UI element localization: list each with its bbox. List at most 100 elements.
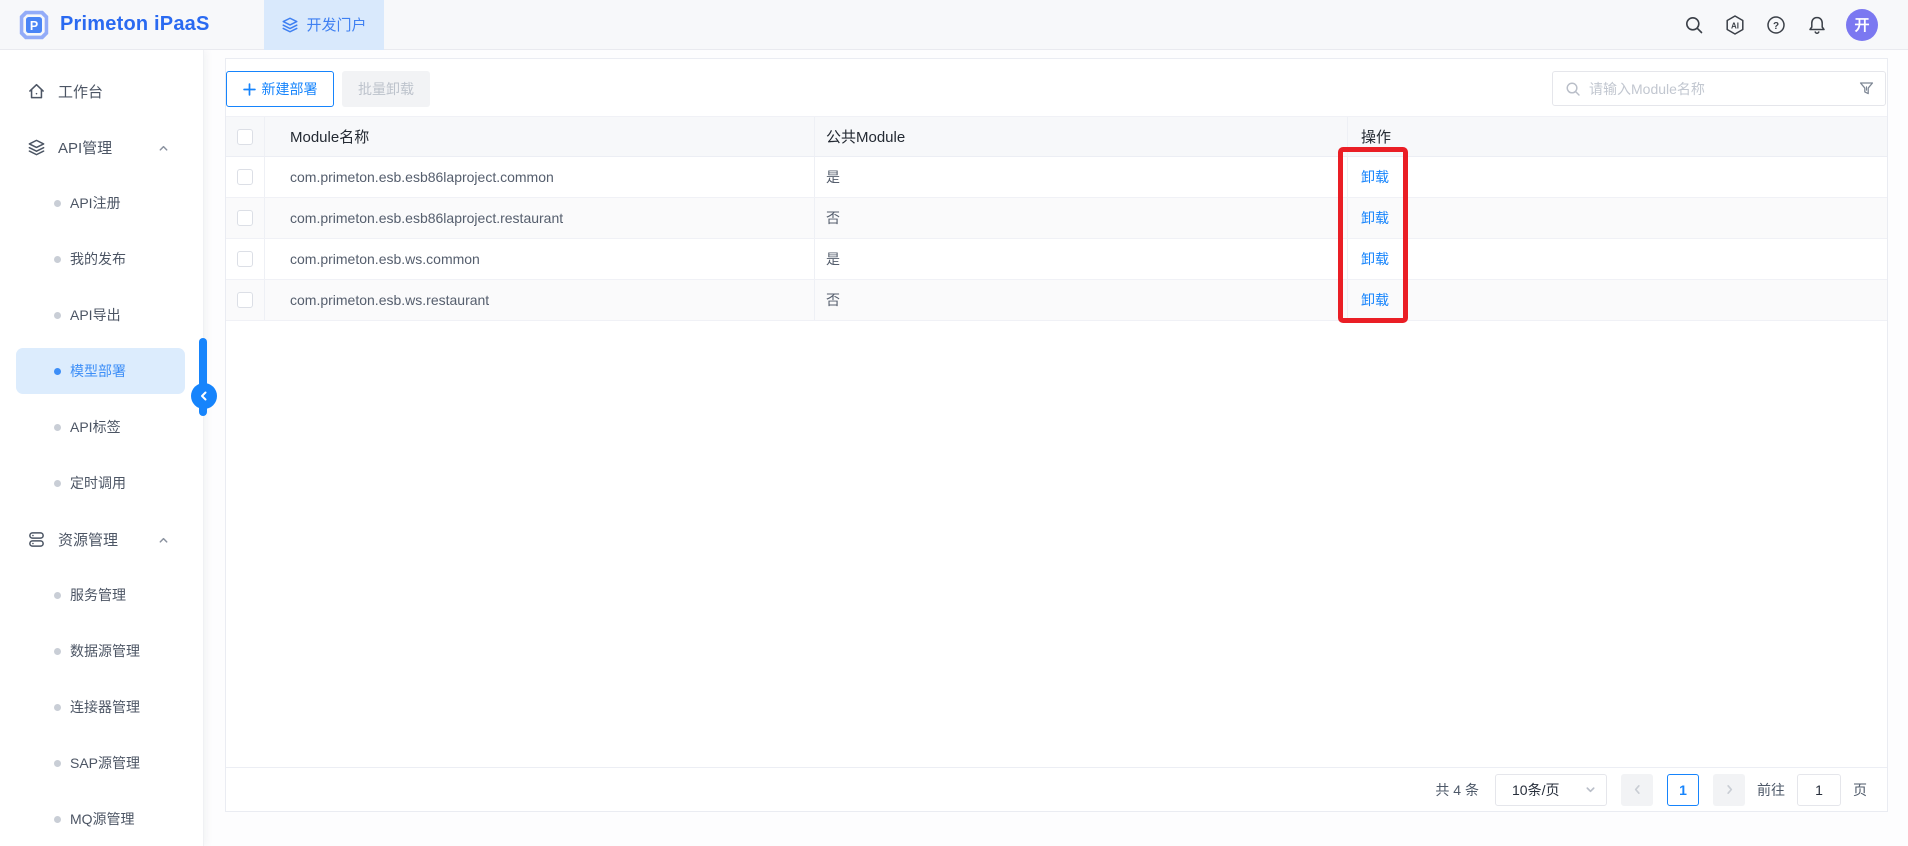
column-divider [814, 280, 815, 320]
sidebar-item-label: API注册 [70, 193, 121, 213]
batch-unload-label: 批量卸载 [358, 79, 414, 99]
unload-link[interactable]: 卸载 [1361, 208, 1389, 228]
sidebar-item-资源管理[interactable]: 资源管理 [0, 511, 203, 567]
layers-icon [26, 137, 46, 157]
sidebar-item-定时调用[interactable]: 定时调用 [0, 455, 203, 511]
unload-link[interactable]: 卸载 [1361, 167, 1389, 187]
page-unit-label: 页 [1853, 780, 1867, 800]
header-actions: AI ? 开 [1682, 9, 1908, 41]
sidebar-item-API导出[interactable]: API导出 [0, 287, 203, 343]
home-icon [26, 81, 46, 101]
new-deploy-button[interactable]: 新建部署 [226, 71, 334, 107]
sidebar-item-工作台[interactable]: 工作台 [0, 63, 203, 119]
sidebar-item-MQ源管理[interactable]: MQ源管理 [0, 791, 203, 846]
module-search-input[interactable] [1589, 81, 1858, 97]
public-module-cell: 是 [826, 249, 840, 269]
goto-label: 前往 [1757, 780, 1785, 800]
current-page-button[interactable]: 1 [1667, 774, 1699, 806]
column-divider [814, 239, 815, 279]
unload-link[interactable]: 卸载 [1361, 290, 1389, 310]
module-name-cell: com.primeton.esb.esb86laproject.common [290, 169, 554, 185]
column-divider [1347, 239, 1348, 279]
column-divider [814, 117, 815, 156]
sidebar-item-label: 服务管理 [70, 585, 126, 605]
module-name-cell: com.primeton.esb.ws.restaurant [290, 292, 489, 308]
top-header: P Primeton iPaaS 开发门户 [0, 0, 1908, 50]
sidebar-item-API管理[interactable]: API管理 [0, 119, 203, 175]
batch-unload-button[interactable]: 批量卸载 [342, 71, 430, 107]
module-table: Module名称 公共Module 操作 com.primeton.esb.es… [226, 116, 1887, 321]
pagination-bar: 共 4 条 10条/页 1 前往 [226, 767, 1887, 811]
sidebar-item-label: 数据源管理 [70, 641, 140, 661]
sidebar-item-数据源管理[interactable]: 数据源管理 [0, 623, 203, 679]
module-name-cell: com.primeton.esb.ws.common [290, 251, 480, 267]
sidebar-item-label: API标签 [70, 417, 121, 437]
row-checkbox[interactable] [237, 169, 253, 185]
app-root: P Primeton iPaaS 开发门户 [0, 0, 1908, 846]
row-checkbox[interactable] [237, 251, 253, 267]
column-divider [264, 239, 265, 279]
sidebar-item-API注册[interactable]: API注册 [0, 175, 203, 231]
sidebar-item-我的发布[interactable]: 我的发布 [0, 231, 203, 287]
goto-page-input[interactable] [1797, 774, 1841, 806]
help-icon[interactable]: ? [1764, 13, 1788, 37]
sidebar-item-模型部署[interactable]: 模型部署 [0, 343, 203, 399]
table-row: com.primeton.esb.ws.common 是 卸载 [226, 239, 1887, 280]
unload-link[interactable]: 卸载 [1361, 249, 1389, 269]
column-divider [264, 280, 265, 320]
layers-icon [281, 16, 299, 34]
database-icon [26, 529, 46, 549]
bell-icon[interactable] [1805, 13, 1829, 37]
column-header-public-module: 公共Module [826, 126, 905, 147]
bullet-icon [54, 648, 61, 655]
prev-page-button[interactable] [1621, 774, 1653, 806]
sidebar-item-label: MQ源管理 [70, 809, 135, 829]
sidebar-item-服务管理[interactable]: 服务管理 [0, 567, 203, 623]
search-input-icon [1565, 81, 1581, 97]
filter-funnel-icon[interactable] [1858, 80, 1875, 97]
bullet-icon [54, 424, 61, 431]
chevron-down-icon [1585, 784, 1596, 795]
row-checkbox[interactable] [237, 210, 253, 226]
sidebar-item-SAP源管理[interactable]: SAP源管理 [0, 735, 203, 791]
table-row: com.primeton.esb.esb86laproject.common是卸… [226, 157, 1887, 198]
new-deploy-label: 新建部署 [262, 79, 318, 99]
tab-dev-portal[interactable]: 开发门户 [264, 0, 384, 50]
bullet-icon [54, 760, 61, 767]
sidebar-collapse-button[interactable] [191, 383, 217, 409]
column-header-actions: 操作 [1361, 126, 1391, 147]
tab-dev-portal-label: 开发门户 [306, 14, 366, 35]
column-divider [1347, 157, 1348, 197]
bullet-icon [54, 256, 61, 263]
bullet-icon [54, 592, 61, 599]
sidebar-item-label: 资源管理 [58, 529, 118, 550]
table-row: com.primeton.esb.ws.restaurant否卸载 [226, 280, 1887, 321]
sidebar-item-连接器管理[interactable]: 连接器管理 [0, 679, 203, 735]
sidebar-item-label: 模型部署 [70, 361, 126, 381]
ai-assistant-icon[interactable]: AI [1723, 13, 1747, 37]
brand-logo-area[interactable]: P Primeton iPaaS [0, 9, 264, 41]
sidebar-item-label: SAP源管理 [70, 753, 140, 773]
row-checkbox[interactable] [237, 292, 253, 308]
total-count-label: 共 4 条 [1435, 780, 1479, 800]
sidebar-nav: 工作台API管理 API注册我的发布API导出模型部署 API标签定时调用资源管理服… [0, 50, 204, 846]
bullet-icon [54, 312, 61, 319]
next-page-button[interactable] [1713, 774, 1745, 806]
chevron-up-icon [158, 143, 169, 154]
sidebar-item-label: 定时调用 [70, 473, 126, 493]
search-icon[interactable] [1682, 13, 1706, 37]
column-divider [814, 157, 815, 197]
sidebar-item-API标签[interactable]: API标签 [0, 399, 203, 455]
column-divider [1347, 280, 1348, 320]
table-header-row: Module名称 公共Module 操作 [226, 116, 1887, 157]
svg-text:?: ? [1773, 20, 1779, 31]
table-body: com.primeton.esb.esb86laproject.common是卸… [226, 157, 1887, 321]
svg-text:P: P [30, 18, 38, 32]
content-card: 新建部署 批量卸载 Module名称 公共Modu [225, 58, 1888, 812]
user-avatar[interactable]: 开 [1846, 9, 1878, 41]
select-all-checkbox[interactable] [237, 129, 253, 145]
column-divider [814, 198, 815, 238]
page-size-select[interactable]: 10条/页 [1495, 774, 1607, 806]
svg-text:AI: AI [1731, 21, 1739, 30]
bullet-icon [54, 816, 61, 823]
